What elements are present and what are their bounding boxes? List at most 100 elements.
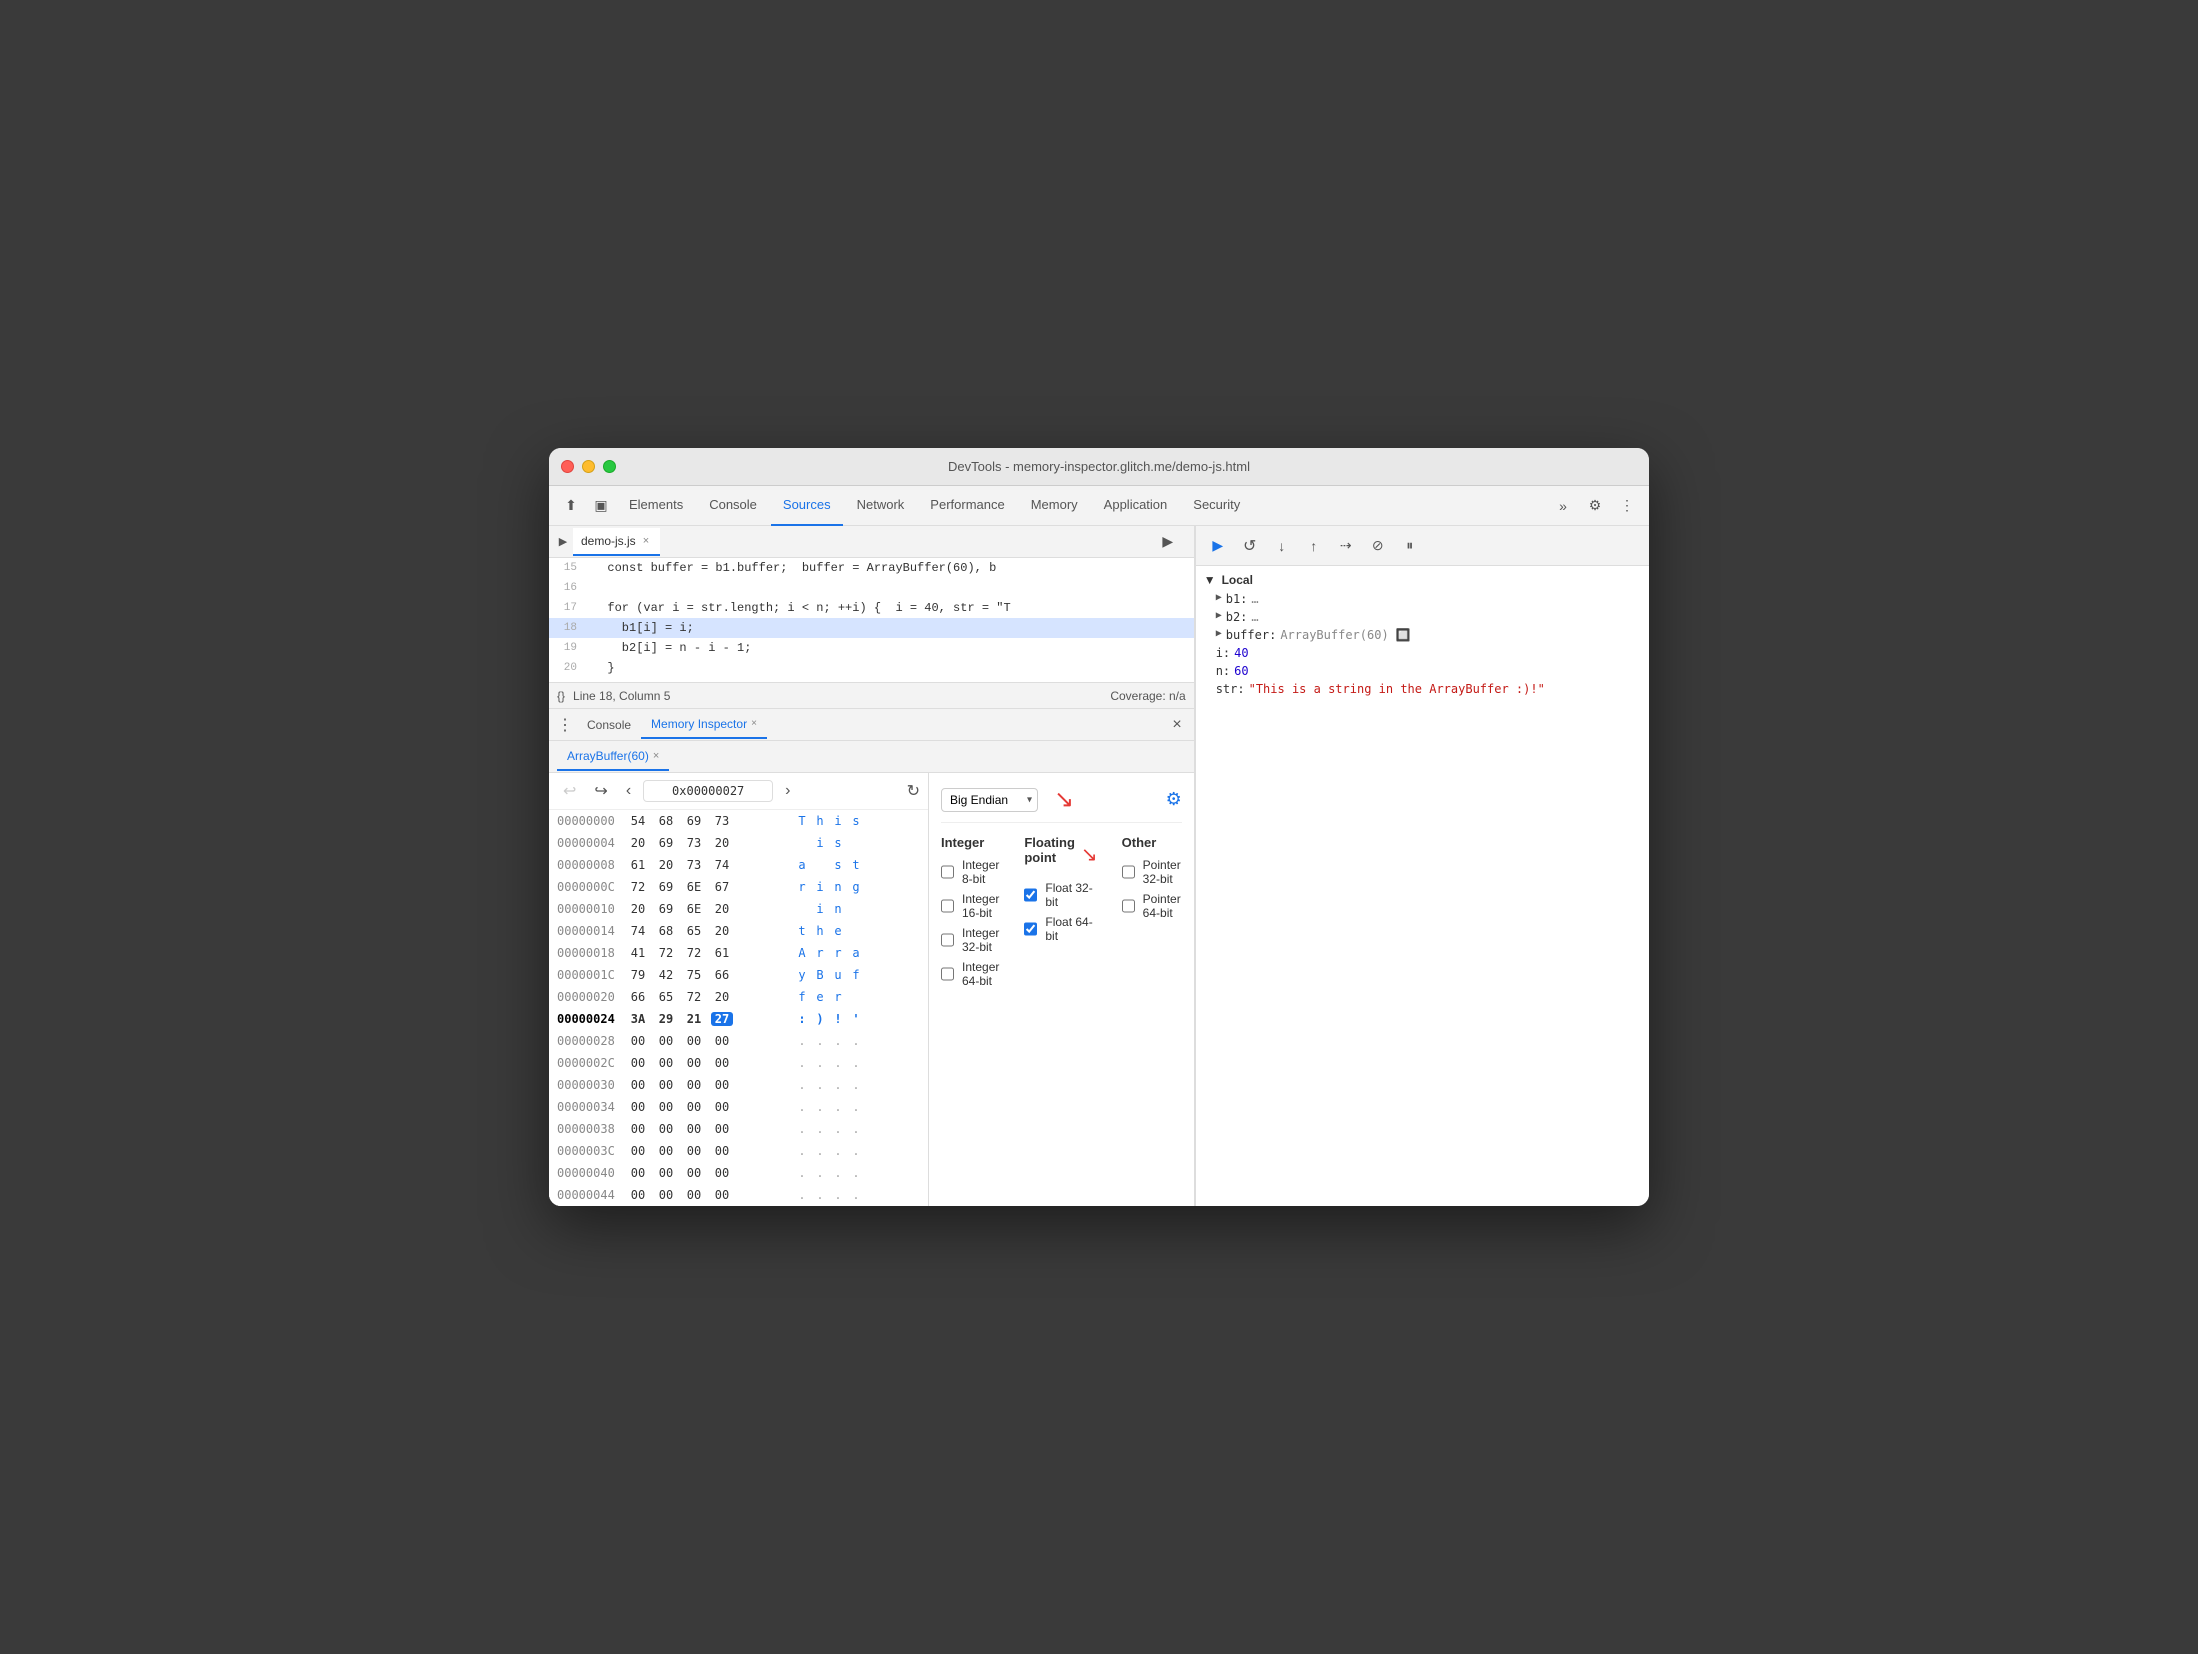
cursor-icon[interactable]: ⬆ [557,492,585,520]
hex-byte[interactable]: 00 [683,1166,705,1180]
float-type-checkbox[interactable] [1024,888,1037,902]
tab-console[interactable]: Console [697,486,769,526]
hex-byte[interactable]: 73 [683,836,705,850]
hex-byte[interactable]: 72 [627,880,649,894]
hex-byte[interactable]: 69 [655,880,677,894]
var-b1[interactable]: ▶ b1: … [1196,590,1649,608]
hex-row[interactable]: 0000000054686973This [549,810,928,832]
integer-type-checkbox[interactable] [941,865,954,879]
hex-byte[interactable]: 73 [711,814,733,828]
pause-on-exceptions-button[interactable]: ⏸ [1396,532,1424,560]
hex-byte[interactable]: 00 [655,1056,677,1070]
tab-application[interactable]: Application [1092,486,1180,526]
tab-performance[interactable]: Performance [918,486,1016,526]
hex-row[interactable]: 000000243A292127:)!' [549,1008,928,1030]
hex-byte[interactable]: 72 [683,990,705,1004]
hex-row[interactable]: 0000000420697320 is [549,832,928,854]
hex-byte[interactable]: 54 [627,814,649,828]
hex-byte[interactable]: 00 [683,1100,705,1114]
hex-byte[interactable]: 00 [655,1144,677,1158]
hex-byte[interactable]: 00 [683,1122,705,1136]
tab-security[interactable]: Security [1181,486,1252,526]
hex-byte[interactable]: 61 [627,858,649,872]
var-buffer[interactable]: ▶ buffer: ArrayBuffer(60) 🔲 [1196,626,1649,644]
step-into-button[interactable]: ↓ [1268,532,1296,560]
hex-byte[interactable]: 74 [627,924,649,938]
hex-byte[interactable]: 20 [627,902,649,916]
hex-byte[interactable]: 20 [711,902,733,916]
device-icon[interactable]: ▣ [587,492,615,520]
hex-byte[interactable]: 00 [683,1188,705,1202]
file-tab-close[interactable]: × [640,534,652,548]
hex-byte[interactable]: 00 [655,1122,677,1136]
address-input[interactable] [643,780,773,802]
run-snippet-icon[interactable]: ▶ [1154,528,1182,556]
hex-byte[interactable]: 20 [627,836,649,850]
hex-byte[interactable]: 69 [683,814,705,828]
hex-byte[interactable]: 00 [683,1078,705,1092]
var-b2[interactable]: ▶ b2: … [1196,608,1649,626]
hex-byte[interactable]: 72 [655,946,677,960]
hex-row[interactable]: 0000003C00000000.... [549,1140,928,1162]
hex-byte[interactable]: 00 [711,1056,733,1070]
hex-byte[interactable]: 00 [655,1078,677,1092]
hex-byte[interactable]: 00 [627,1188,649,1202]
hex-byte[interactable]: 6E [683,880,705,894]
hex-byte[interactable]: 00 [711,1122,733,1136]
hex-byte[interactable]: 00 [627,1166,649,1180]
maximize-button[interactable] [603,460,616,473]
tab-console-panel[interactable]: Console [577,711,641,739]
panel-menu-icon[interactable]: ⋮ [553,713,577,737]
other-type-checkbox[interactable] [1122,899,1135,913]
hex-byte[interactable]: 00 [627,1056,649,1070]
hex-row[interactable]: 0000004000000000.... [549,1162,928,1184]
endian-select[interactable]: Big Endian Little Endian [941,788,1038,812]
hex-row[interactable]: 0000003000000000.... [549,1074,928,1096]
hex-byte[interactable]: 20 [655,858,677,872]
hex-byte[interactable]: 20 [711,990,733,1004]
sources-sidebar-toggle[interactable]: ▶ [553,532,573,552]
hex-row[interactable]: 0000001474686520the [549,920,928,942]
step-button[interactable]: ⇢ [1332,532,1360,560]
integer-type-checkbox[interactable] [941,967,954,981]
hex-byte[interactable]: 65 [683,924,705,938]
hex-byte[interactable]: 3A [627,1012,649,1026]
nav-next-button[interactable]: › [779,780,796,802]
hex-byte[interactable]: 66 [627,990,649,1004]
hex-byte[interactable]: 00 [683,1056,705,1070]
hex-row[interactable]: 0000002066657220fer [549,986,928,1008]
hex-row[interactable]: 0000000C72696E67ring [549,876,928,898]
settings-icon[interactable]: ⚙ [1581,492,1609,520]
step-out-button[interactable]: ↑ [1300,532,1328,560]
hex-byte[interactable]: 00 [627,1144,649,1158]
hex-byte[interactable]: 00 [711,1166,733,1180]
hex-row[interactable]: 0000004400000000.... [549,1184,928,1206]
hex-byte[interactable]: 69 [655,902,677,916]
hex-byte[interactable]: 00 [627,1034,649,1048]
hex-row[interactable]: 0000003400000000.... [549,1096,928,1118]
tab-memory[interactable]: Memory [1019,486,1090,526]
hex-byte[interactable]: 00 [627,1100,649,1114]
more-options-icon[interactable]: ⋮ [1613,492,1641,520]
hex-byte[interactable]: 66 [711,968,733,982]
other-type-checkbox[interactable] [1122,865,1135,879]
nav-undo-button[interactable]: ↩ [557,779,582,803]
hex-row[interactable]: 0000002800000000.... [549,1030,928,1052]
resume-button[interactable]: ▶ [1204,532,1232,560]
value-inspector-settings-icon[interactable]: ⚙ [1166,789,1182,810]
file-tab-demo-js[interactable]: demo-js.js × [573,528,660,556]
hex-row[interactable]: 0000002C00000000.... [549,1052,928,1074]
more-tabs-button[interactable]: » [1549,492,1577,520]
hex-byte[interactable]: 6E [683,902,705,916]
hex-byte[interactable]: 00 [655,1188,677,1202]
tab-sources[interactable]: Sources [771,486,843,526]
hex-byte[interactable]: 61 [711,946,733,960]
hex-byte[interactable]: 21 [683,1012,705,1026]
hex-byte[interactable]: 00 [655,1100,677,1114]
float-type-checkbox[interactable] [1024,922,1037,936]
integer-type-checkbox[interactable] [941,933,954,947]
nav-redo-button[interactable]: ↪ [588,779,613,803]
hex-row[interactable]: 0000003800000000.... [549,1118,928,1140]
arraybuffer-tab[interactable]: ArrayBuffer(60) × [557,743,669,771]
nav-prev-button[interactable]: ‹ [620,780,637,802]
